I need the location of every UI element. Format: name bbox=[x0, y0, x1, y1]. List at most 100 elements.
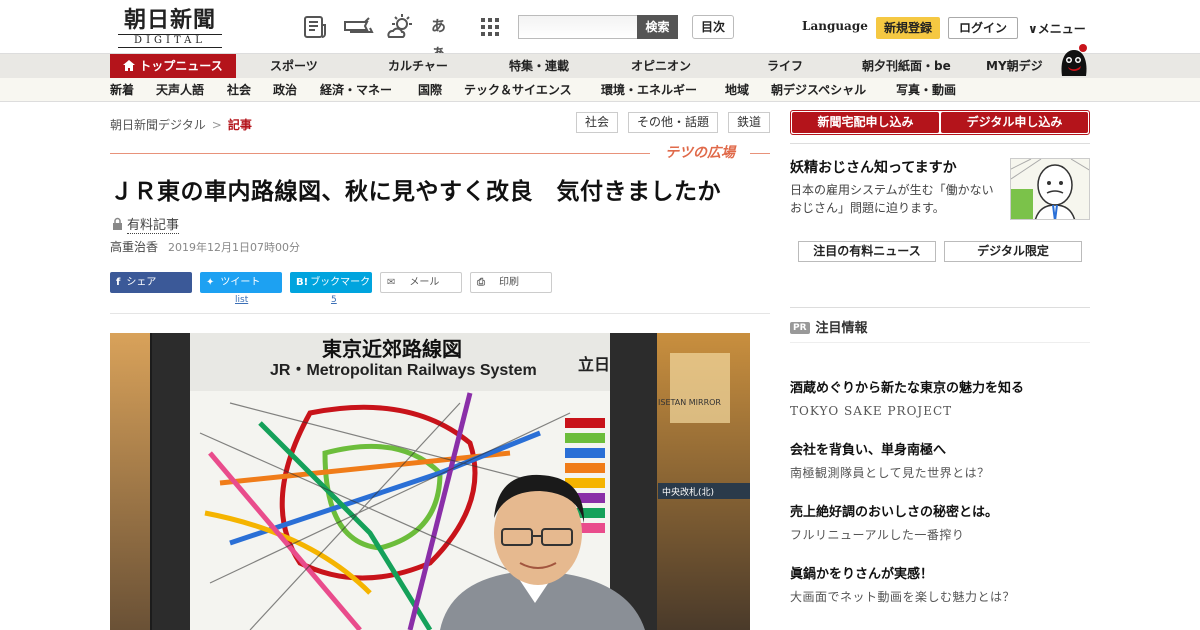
article-photo[interactable]: 東京近郊路線図 JR・Metropolitan Railways System … bbox=[110, 333, 750, 630]
paid-label: 有料記事 bbox=[127, 218, 180, 234]
site-header: 朝日新聞 DIGITAL あぁ 検索 目次 Language 新規登録 ログイン… bbox=[0, 0, 1200, 61]
primary-nav: トップニュース スポーツ カルチャー 特集・連載 オピニオン ライフ 朝夕刊紙面… bbox=[0, 53, 1200, 79]
shop-sign: ISETAN MIRROR bbox=[658, 398, 721, 407]
nav-culture[interactable]: カルチャー bbox=[388, 54, 448, 79]
facebook-icon: f bbox=[116, 277, 121, 288]
publish-date: 2019年12月1日07時00分 bbox=[168, 241, 300, 254]
nav-newspaper[interactable]: 朝夕刊紙面・be bbox=[862, 54, 951, 79]
share-label: ツイート bbox=[220, 277, 261, 288]
pr-item[interactable]: 酒蔵めぐりから新たな東京の魅力を知る TOKYO SAKE PROJECT bbox=[790, 380, 1090, 420]
facebook-share-button[interactable]: f シェア bbox=[110, 272, 192, 293]
newspaper-delivery-button[interactable]: 新聞宅配申し込み bbox=[792, 112, 939, 133]
tab-paid-news[interactable]: 注目の有料ニュース bbox=[798, 241, 936, 262]
apps-grid-icon[interactable] bbox=[478, 13, 506, 41]
nav-life[interactable]: ライフ bbox=[767, 54, 803, 79]
breadcrumb-current: 記事 bbox=[227, 118, 252, 132]
sidebar-divider bbox=[790, 342, 1090, 343]
mail-share-button[interactable]: ✉ メール bbox=[380, 272, 462, 293]
logo-jp: 朝日新聞 bbox=[123, 7, 216, 33]
nav-tech-science[interactable]: テック＆サイエンス bbox=[464, 78, 572, 102]
sign-side-text: 立日 bbox=[578, 355, 611, 374]
nav-features[interactable]: 特集・連載 bbox=[509, 54, 569, 79]
pr-heading: PR 注目情報 bbox=[790, 317, 868, 336]
pr-item-title: 酒蔵めぐりから新たな東京の魅力を知る bbox=[790, 381, 1025, 396]
home-icon bbox=[123, 60, 136, 71]
menu-label: メニュー bbox=[1037, 22, 1086, 36]
article-headline: ＪＲ東の車内路線図、秋に見やすく改良 気付きましたか bbox=[110, 179, 721, 205]
share-label: ブックマーク bbox=[310, 277, 371, 288]
sidebar-divider bbox=[790, 143, 1090, 144]
paid-article-badge[interactable]: 有料記事 bbox=[112, 214, 180, 234]
nav-sports[interactable]: スポーツ bbox=[270, 54, 318, 79]
share-divider bbox=[110, 313, 770, 314]
digital-subscribe-button[interactable]: デジタル申し込み bbox=[941, 112, 1088, 133]
chevron-down-icon: ∨ bbox=[1028, 22, 1038, 36]
tab-digital-only[interactable]: デジタル限定 bbox=[944, 241, 1082, 262]
hatena-bookmark-button[interactable]: B! ブックマーク bbox=[290, 272, 372, 293]
index-button[interactable]: 目次 bbox=[692, 15, 734, 39]
nav-economy[interactable]: 経済・マネー bbox=[320, 78, 392, 102]
pr-badge: PR bbox=[790, 322, 810, 334]
nav-international[interactable]: 国際 bbox=[418, 78, 442, 102]
subscribe-buttons: 新聞宅配申し込み デジタル申し込み bbox=[790, 110, 1090, 135]
menu-button[interactable]: ∨メニュー bbox=[1028, 20, 1086, 37]
pr-item-sub: フルリニューアルした一番搾り bbox=[790, 528, 965, 542]
pr-item[interactable]: 売上絶好調のおいしさの秘密とは。 フルリニューアルした一番搾り bbox=[790, 504, 1090, 544]
nav-photo-video[interactable]: 写真・動画 bbox=[896, 78, 956, 102]
search-input[interactable] bbox=[518, 15, 638, 39]
pr-item-title: 眞鍋かをりさんが実感！ bbox=[790, 567, 934, 582]
print-icon: ⎙ bbox=[477, 277, 485, 288]
twitter-list-link[interactable]: list bbox=[235, 295, 248, 305]
twitter-icon: ✦ bbox=[206, 277, 215, 288]
weather-icon[interactable] bbox=[385, 13, 417, 41]
nav-tensei-jingo[interactable]: 天声人語 bbox=[156, 78, 204, 102]
site-logo[interactable]: 朝日新聞 DIGITAL bbox=[110, 8, 230, 48]
print-button[interactable]: ⎙ 印刷 bbox=[470, 272, 552, 293]
tag-society[interactable]: 社会 bbox=[576, 112, 618, 133]
hatena-count[interactable]: 5 bbox=[331, 295, 337, 305]
nav-special[interactable]: 朝デジスペシャル bbox=[771, 78, 866, 102]
share-label: メール bbox=[409, 277, 440, 288]
pr-item[interactable]: 眞鍋かをりさんが実感！ 大画面でネット動画を楽しむ魅力とは？ bbox=[790, 566, 1090, 606]
lock-icon bbox=[113, 217, 122, 230]
nav-my-asahi[interactable]: MY朝デジ bbox=[986, 54, 1043, 79]
font-size-icon[interactable]: あぁ bbox=[431, 13, 459, 61]
mail-icon: ✉ bbox=[387, 277, 396, 288]
sidebar-divider bbox=[790, 307, 1090, 308]
tag-misc-topics[interactable]: その他・話題 bbox=[628, 112, 718, 133]
nav-opinion[interactable]: オピニオン bbox=[631, 54, 691, 79]
nav-region[interactable]: 地域 bbox=[725, 78, 749, 102]
pr-item-sub: 南極観測隊員として見た世界とは？ bbox=[790, 466, 990, 480]
pr-item-sub: TOKYO SAKE PROJECT bbox=[790, 404, 953, 418]
pr-item-sub: 大画面でネット動画を楽しむ魅力とは？ bbox=[790, 590, 1016, 604]
pr-heading-label: 注目情報 bbox=[815, 321, 868, 336]
tag-railway[interactable]: 鉄道 bbox=[728, 112, 770, 133]
section-label[interactable]: テツの広場 bbox=[650, 143, 750, 163]
pr-item-title: 会社を背負い、単身南極へ bbox=[790, 443, 947, 458]
byline: 高重治香 2019年12月1日07時00分 bbox=[110, 238, 300, 255]
nav-label: トップニュース bbox=[139, 59, 223, 73]
breadcrumb-separator: > bbox=[211, 118, 222, 132]
newspaper-icon[interactable] bbox=[301, 13, 329, 41]
twitter-share-button[interactable]: ✦ ツイート bbox=[200, 272, 282, 293]
ticket-icon[interactable] bbox=[342, 13, 374, 41]
nav-politics[interactable]: 政治 bbox=[273, 78, 297, 102]
register-button[interactable]: 新規登録 bbox=[876, 17, 940, 39]
login-button[interactable]: ログイン bbox=[948, 17, 1018, 39]
logo-en: DIGITAL bbox=[118, 34, 222, 48]
secondary-nav: 新着 天声人語 社会 政治 経済・マネー 国際 テック＆サイエンス 環境・エネル… bbox=[0, 78, 1200, 102]
share-label: 印刷 bbox=[499, 277, 519, 288]
mascot-icon[interactable] bbox=[1056, 42, 1092, 78]
nav-top-news[interactable]: トップニュース bbox=[110, 54, 236, 79]
nav-latest[interactable]: 新着 bbox=[110, 78, 134, 102]
nav-society[interactable]: 社会 bbox=[227, 78, 251, 102]
search-button[interactable]: 検索 bbox=[637, 15, 678, 39]
language-link[interactable]: Language bbox=[802, 19, 868, 33]
nav-environment[interactable]: 環境・エネルギー bbox=[601, 78, 697, 102]
breadcrumb-home[interactable]: 朝日新聞デジタル bbox=[110, 118, 206, 132]
feature-title[interactable]: 妖精おじさん知ってますか bbox=[790, 157, 957, 177]
station-sign: 中央改札(北) bbox=[662, 488, 715, 498]
pr-item[interactable]: 会社を背負い、単身南極へ 南極観測隊員として見た世界とは？ bbox=[790, 442, 1090, 482]
breadcrumb: 朝日新聞デジタル > 記事 bbox=[110, 116, 252, 133]
feature-illustration[interactable] bbox=[1010, 158, 1090, 220]
